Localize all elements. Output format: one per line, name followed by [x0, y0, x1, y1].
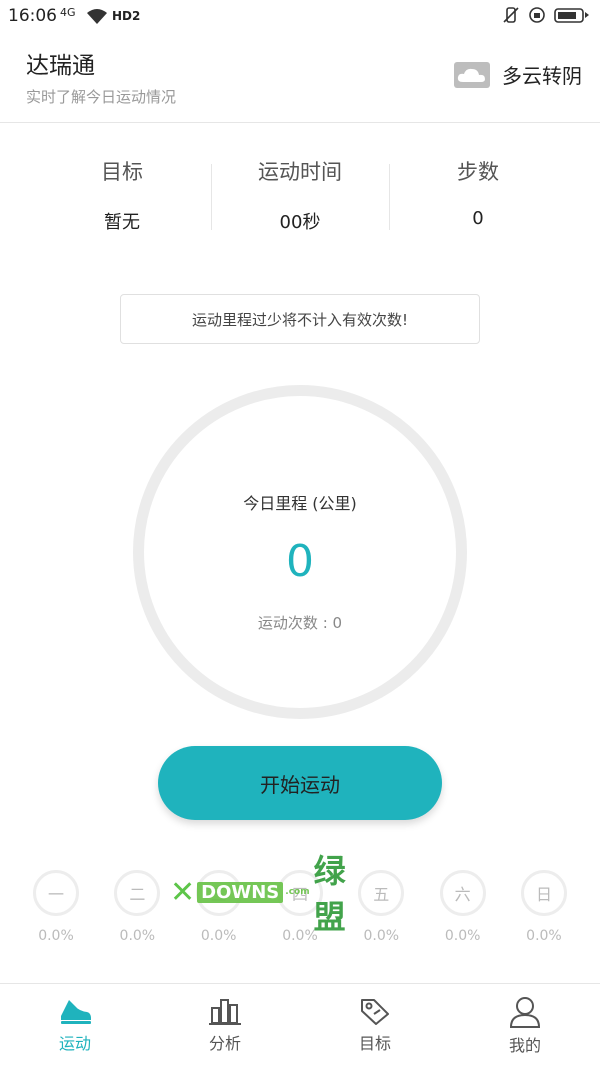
wifi-icon	[0, 6, 16, 22]
tab-label: 我的	[508, 1036, 541, 1055]
status-bar: 16:06 4G HD2	[0, 0, 600, 34]
stat-label: 运动时间	[258, 160, 342, 184]
page-header: 达瑞通 实时了解今日运动情况 多云转阴	[0, 34, 600, 123]
day-circle: 二	[114, 870, 161, 916]
day-percent: 0.0%	[444, 928, 481, 944]
cloud-icon	[454, 61, 490, 88]
stat-duration: 运动时间 00秒	[211, 150, 389, 240]
watermark-logo: ✕ DOWNS .com 绿盟	[170, 852, 370, 936]
page-subtitle: 实时了解今日运动情况	[26, 88, 177, 106]
stat-steps: 步数 0	[389, 150, 567, 240]
tab-label: 目标	[358, 1034, 391, 1053]
distance-ring: 今日里程 (公里) 0 运动次数 : 0	[133, 385, 467, 719]
stat-goal: 目标 暂无	[33, 150, 211, 240]
day-percent: 0.0%	[200, 928, 237, 944]
watermark-brand: DOWNS	[197, 881, 284, 903]
day-tuesday[interactable]: 二 0.0%	[103, 870, 171, 950]
vibrate-icon	[503, 7, 519, 23]
day-percent: 0.0%	[38, 928, 74, 944]
battery-icon	[554, 8, 589, 23]
weather-text: 多云转阴	[502, 64, 582, 88]
day-percent: 0.0%	[526, 928, 562, 944]
stat-label: 目标	[101, 160, 143, 184]
watermark-cn: 绿盟	[313, 852, 346, 936]
weather-widget: 多云转阴	[454, 60, 582, 89]
bottom-tab-bar: 运动 分析 目标 我的	[0, 983, 600, 1068]
rotation-lock-icon	[529, 7, 545, 23]
tab-goal[interactable]: 目标	[300, 984, 450, 1068]
notice-box: 运动里程过少将不计入有效次数!	[120, 294, 480, 344]
bar-chart-icon	[209, 999, 241, 1025]
tab-label: 分析	[208, 1034, 241, 1053]
day-percent: 0.0%	[119, 928, 156, 944]
day-monday[interactable]: 一 0.0%	[22, 870, 90, 950]
tag-icon	[361, 999, 389, 1025]
tab-analysis[interactable]: 分析	[150, 984, 300, 1068]
watermark-dot: .com	[285, 887, 310, 897]
tab-label: 运动	[58, 1034, 91, 1053]
wifi-icon	[87, 9, 107, 24]
tab-exercise[interactable]: 运动	[0, 984, 150, 1068]
page-title: 达瑞通	[26, 53, 95, 79]
signal-label: 4G	[60, 6, 76, 19]
day-circle: 一	[33, 870, 79, 916]
stat-value: 0	[472, 208, 484, 229]
stat-value: 00秒	[279, 212, 321, 233]
stat-value: 暂无	[104, 212, 140, 233]
day-saturday[interactable]: 六 0.0%	[429, 870, 497, 950]
day-circle: 日	[520, 870, 567, 916]
day-circle: 六	[439, 870, 486, 916]
watermark-x-icon: ✕	[170, 874, 196, 910]
exercise-count: 运动次数 : 0	[257, 614, 343, 632]
ring-label: 今日里程 (公里)	[243, 494, 357, 513]
user-icon	[509, 997, 541, 1028]
stats-row: 目标 暂无 运动时间 00秒 步数 0	[33, 150, 567, 240]
status-icons	[502, 6, 590, 24]
distance-value: 0	[286, 536, 314, 587]
shoe-icon	[61, 1000, 91, 1024]
stat-label: 步数	[457, 160, 499, 184]
start-exercise-button[interactable]: 开始运动	[158, 746, 442, 820]
hd-badge: HD2	[112, 9, 141, 23]
day-sunday[interactable]: 日 0.0%	[510, 870, 578, 950]
tab-mine[interactable]: 我的	[450, 984, 600, 1068]
